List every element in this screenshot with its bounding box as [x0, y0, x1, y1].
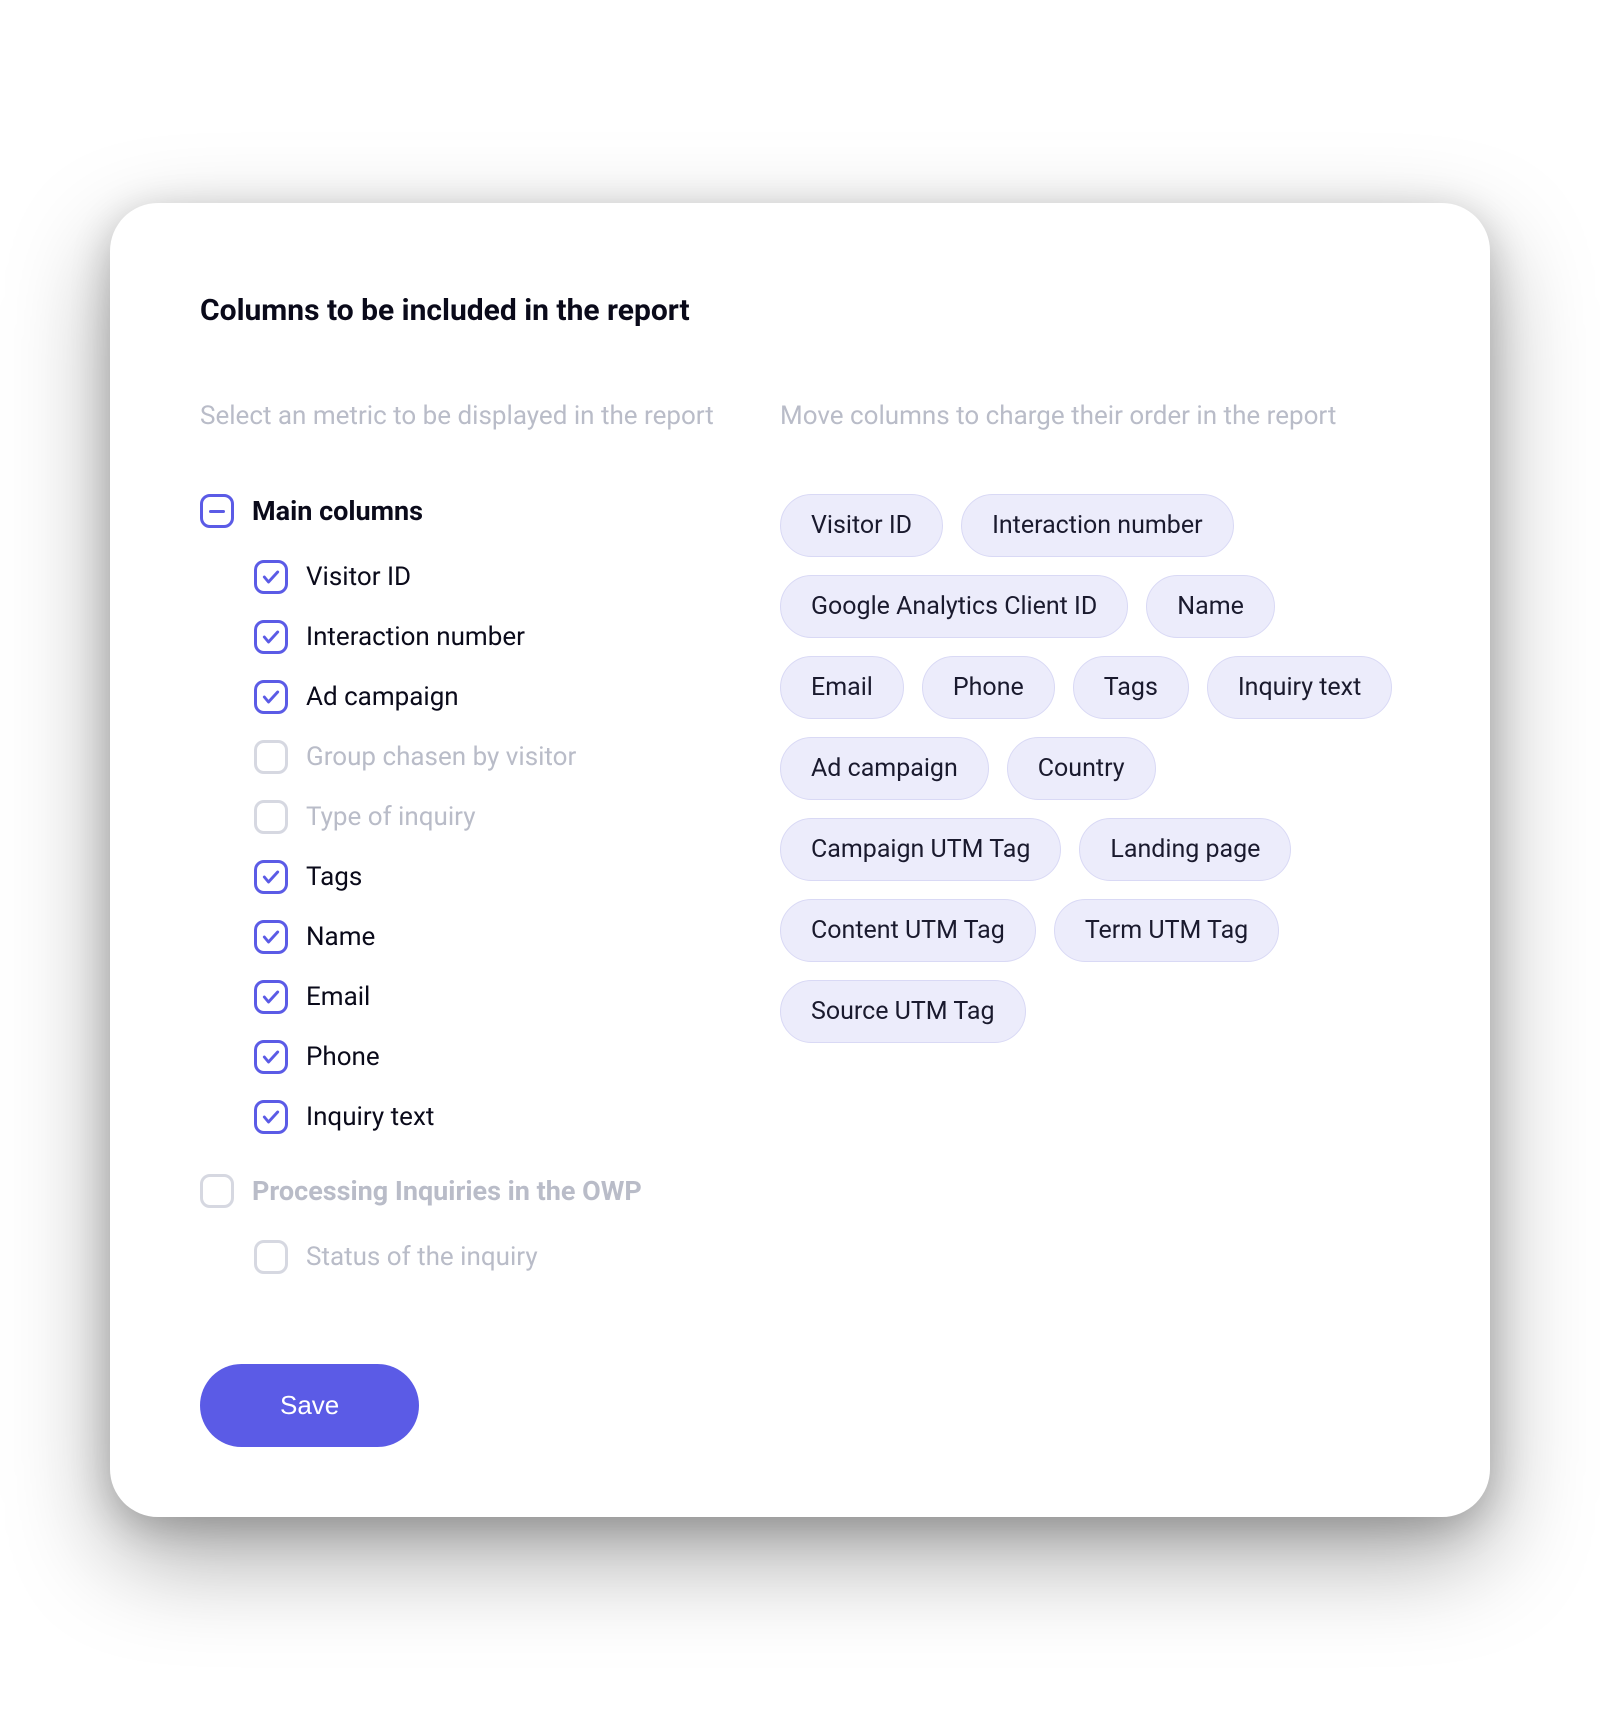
- column-chip[interactable]: Ad campaign: [780, 737, 989, 800]
- column-chip[interactable]: Campaign UTM Tag: [780, 818, 1061, 881]
- checked-checkbox-icon[interactable]: [254, 680, 288, 714]
- option-label: Ad campaign: [306, 682, 459, 712]
- column-chip[interactable]: Content UTM Tag: [780, 899, 1036, 962]
- report-columns-panel: Columns to be included in the report Sel…: [110, 203, 1490, 1517]
- option-list: Visitor ID Interaction number Ad campaign G…: [200, 560, 720, 1134]
- option-item[interactable]: Tags: [254, 860, 720, 894]
- column-chip[interactable]: Name: [1146, 575, 1275, 638]
- option-item[interactable]: Phone: [254, 1040, 720, 1074]
- option-label: Inquiry text: [306, 1102, 434, 1132]
- metrics-selection-column: Select an metric to be displayed in the …: [200, 398, 720, 1314]
- unchecked-checkbox-icon[interactable]: [254, 800, 288, 834]
- option-item[interactable]: Type of inquiry: [254, 800, 720, 834]
- option-list: Status of the inquiry: [200, 1240, 720, 1274]
- option-item[interactable]: Group chasen by visitor: [254, 740, 720, 774]
- two-column-layout: Select an metric to be displayed in the …: [200, 398, 1400, 1314]
- column-chip[interactable]: Inquiry text: [1207, 656, 1392, 719]
- option-label: Email: [306, 982, 370, 1012]
- chips-container: Visitor ID Interaction number Google Analy…: [780, 494, 1400, 1043]
- column-chip[interactable]: Country: [1007, 737, 1156, 800]
- option-label: Status of the inquiry: [306, 1242, 538, 1272]
- option-item[interactable]: Ad campaign: [254, 680, 720, 714]
- column-order-column: Move columns to charge their order in th…: [780, 398, 1400, 1314]
- option-item[interactable]: Interaction number: [254, 620, 720, 654]
- checked-checkbox-icon[interactable]: [254, 980, 288, 1014]
- group-header[interactable]: Main columns: [200, 494, 720, 528]
- checked-checkbox-icon[interactable]: [254, 620, 288, 654]
- checked-checkbox-icon[interactable]: [254, 860, 288, 894]
- option-label: Visitor ID: [306, 562, 411, 592]
- option-item[interactable]: Status of the inquiry: [254, 1240, 720, 1274]
- column-chip[interactable]: Email: [780, 656, 904, 719]
- option-item[interactable]: Visitor ID: [254, 560, 720, 594]
- option-label: Interaction number: [306, 622, 525, 652]
- option-label: Name: [306, 922, 375, 952]
- indeterminate-checkbox-icon[interactable]: [200, 494, 234, 528]
- unchecked-checkbox-icon[interactable]: [254, 1240, 288, 1274]
- option-label: Tags: [306, 862, 362, 892]
- option-item[interactable]: Email: [254, 980, 720, 1014]
- option-label: Group chasen by visitor: [306, 742, 576, 772]
- column-chip[interactable]: Phone: [922, 656, 1055, 719]
- save-button[interactable]: Save: [200, 1364, 419, 1447]
- right-subtext: Move columns to charge their order in th…: [780, 398, 1400, 434]
- column-chip[interactable]: Source UTM Tag: [780, 980, 1026, 1043]
- checked-checkbox-icon[interactable]: [254, 1040, 288, 1074]
- checked-checkbox-icon[interactable]: [254, 1100, 288, 1134]
- unchecked-checkbox-icon[interactable]: [254, 740, 288, 774]
- column-chip[interactable]: Term UTM Tag: [1054, 899, 1279, 962]
- column-chip[interactable]: Tags: [1073, 656, 1189, 719]
- option-label: Type of inquiry: [306, 802, 476, 832]
- checked-checkbox-icon[interactable]: [254, 560, 288, 594]
- left-subtext: Select an metric to be displayed in the …: [200, 398, 720, 434]
- checked-checkbox-icon[interactable]: [254, 920, 288, 954]
- column-chip[interactable]: Interaction number: [961, 494, 1234, 557]
- option-item[interactable]: Name: [254, 920, 720, 954]
- column-chip[interactable]: Google Analytics Client ID: [780, 575, 1128, 638]
- column-chip[interactable]: Landing page: [1079, 818, 1291, 881]
- group-label: Processing Inquiries in the OWP: [252, 1175, 642, 1207]
- column-chip[interactable]: Visitor ID: [780, 494, 943, 557]
- group-header[interactable]: Processing Inquiries in the OWP: [200, 1174, 720, 1208]
- panel-title: Columns to be included in the report: [200, 293, 1400, 328]
- unchecked-checkbox-icon[interactable]: [200, 1174, 234, 1208]
- group-label: Main columns: [252, 495, 423, 527]
- option-label: Phone: [306, 1042, 380, 1072]
- option-item[interactable]: Inquiry text: [254, 1100, 720, 1134]
